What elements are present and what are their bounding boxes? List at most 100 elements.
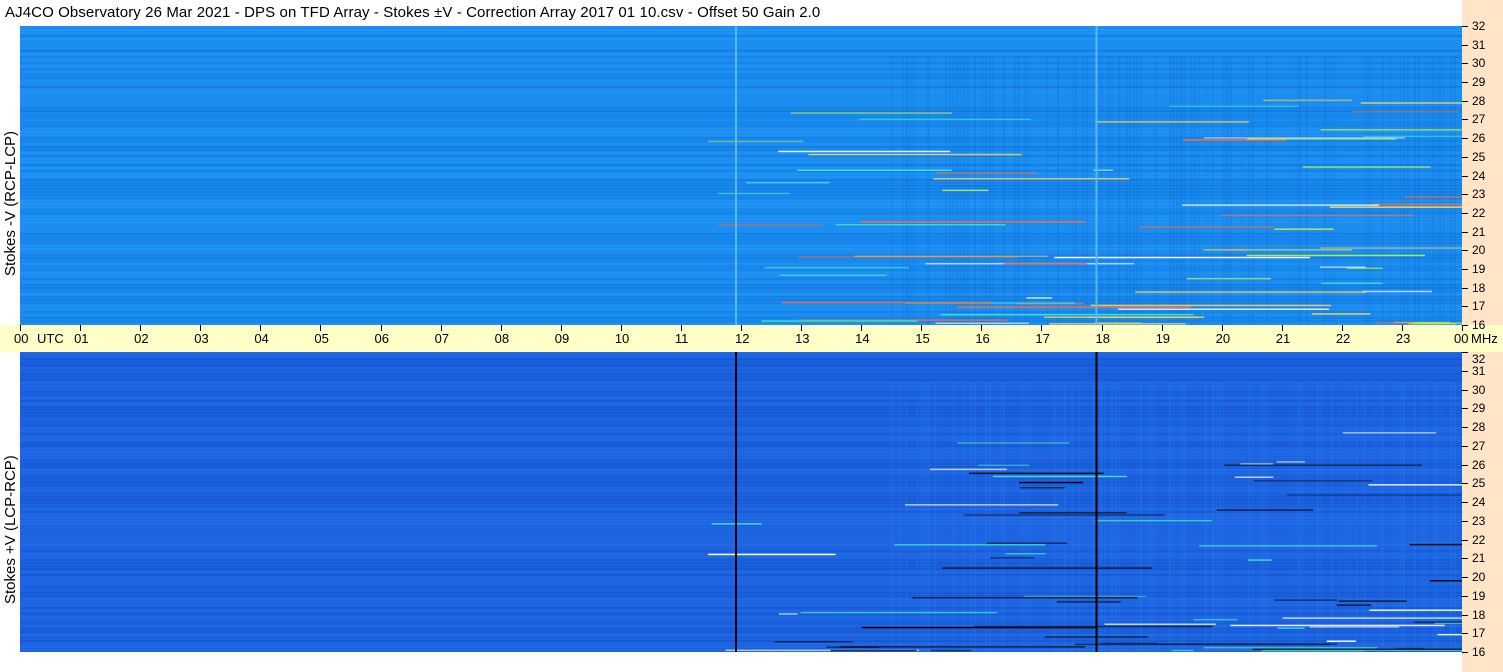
freq-tick-label: 16 (1472, 645, 1486, 659)
freq-tick-label: 22 (1472, 205, 1486, 220)
freq-tick-mark (1462, 194, 1468, 196)
freq-tick-mark (1462, 325, 1468, 326)
bottom-time-marker-1 (1095, 352, 1098, 652)
freq-tick-label: 29 (1472, 401, 1486, 416)
freq-tick-label: 17 (1472, 626, 1486, 641)
utc-tick-label: 00 (1454, 331, 1469, 346)
freq-tick-label: 17 (1472, 299, 1486, 314)
freq-tick-label: 25 (1472, 476, 1486, 491)
utc-tick-label: 04 (254, 331, 269, 346)
freq-tick-mark (1462, 26, 1468, 27)
freq-tick-label: 20 (1472, 570, 1486, 584)
freq-tick-mark (1462, 539, 1468, 541)
freq-tick-label: 20 (1472, 243, 1486, 258)
freq-tick-mark (1462, 231, 1468, 233)
utc-tick-label: 05 (314, 331, 329, 346)
freq-tick-mark (1462, 44, 1468, 46)
freq-tick-mark (1462, 577, 1468, 578)
freq-tick-label: 27 (1472, 112, 1486, 127)
freq-tick-mark (1462, 652, 1468, 653)
freq-tick-mark (1462, 483, 1468, 485)
freq-tick-mark (1462, 502, 1468, 503)
mhz-unit-label: MHz (1471, 331, 1498, 346)
utc-tick-label: 13 (795, 331, 810, 346)
top-spectrogram-svg (20, 26, 1462, 325)
freq-tick-label: 31 (1472, 363, 1486, 378)
freq-tick-label: 18 (1472, 607, 1486, 622)
utc-tick-label: 17 (1035, 331, 1050, 346)
top-ylabel: Stokes -V (RCP-LCP) (2, 130, 19, 276)
freq-tick-label: 28 (1472, 93, 1486, 108)
utc-tick-label: 03 (194, 331, 209, 346)
freq-tick-mark (1462, 100, 1468, 102)
utc-tick-label: 01 (74, 331, 89, 346)
freq-tick-label: 28 (1472, 420, 1486, 434)
freq-axis-bottom: 32 31 30 29 28 27 26 25 24 23 22 21 20 19 18 17 16 (1462, 352, 1503, 672)
top-time-marker-0 (735, 26, 737, 325)
utc-tick-label: 10 (614, 331, 630, 346)
freq-tick-mark (1462, 352, 1468, 353)
freq-tick-mark (1462, 268, 1468, 270)
utc-tick-label: 06 (374, 331, 389, 346)
freq-tick-mark (1462, 306, 1468, 308)
freq-tick-mark (1462, 445, 1468, 447)
freq-tick-mark (1462, 520, 1468, 522)
freq-tick-label: 26 (1472, 457, 1486, 472)
freq-tick-mark (1462, 156, 1468, 158)
freq-tick-label: 30 (1472, 56, 1486, 71)
freq-tick-mark (1462, 464, 1468, 466)
freq-tick-mark (1462, 250, 1468, 252)
spectrogram-bottom (20, 352, 1462, 652)
bottom-spectrogram-svg (20, 352, 1462, 652)
utc-tick-label: 18 (1095, 331, 1110, 346)
utc-tick-label: 09 (554, 331, 570, 346)
utc-axis: 00 01 02 03 04 05 06 07 08 09 10 11 12 13 14 15 16 17 18 19… (0, 325, 1503, 352)
freq-tick-mark (1462, 82, 1468, 84)
bottom-afternoon-texture (891, 382, 1456, 652)
freq-tick-label: 18 (1472, 280, 1486, 295)
freq-tick-mark (1462, 614, 1468, 616)
utc-tick-label: 19 (1155, 331, 1171, 346)
freq-axis-top: 32 31 30 29 28 27 26 25 24 23 22 21 20 19 18 17 16 (1462, 0, 1503, 331)
freq-tick-mark (1462, 119, 1468, 121)
freq-tick-label: 24 (1472, 168, 1486, 183)
bottom-time-marker-0 (735, 352, 737, 652)
utc-tick-label: 08 (494, 331, 510, 346)
freq-tick-label: 22 (1472, 532, 1486, 547)
freq-tick-mark (1462, 558, 1468, 560)
bottom-ylabel: Stokes +V (LCP-RCP) (2, 455, 19, 604)
utc-tick-label: 21 (1275, 331, 1291, 346)
utc-tick-label: 02 (134, 331, 149, 346)
freq-tick-label: 21 (1472, 551, 1486, 566)
freq-tick-label: 29 (1472, 75, 1486, 90)
utc-tick-label: 11 (674, 331, 689, 346)
utc-tick-label: 22 (1335, 331, 1351, 346)
utc-tick-label: 00 (14, 331, 29, 346)
freq-tick-mark (1462, 595, 1468, 597)
freq-tick-label: 31 (1472, 37, 1486, 52)
freq-tick-label: 32 (1472, 19, 1486, 33)
utc-tick-label: 16 (975, 331, 990, 346)
utc-unit-label: UTC (37, 331, 64, 346)
freq-tick-label: 24 (1472, 495, 1486, 509)
freq-tick-mark (1462, 370, 1468, 372)
top-background (20, 26, 1462, 325)
freq-tick-mark (1462, 212, 1468, 214)
utc-tick-label: 14 (855, 331, 870, 346)
freq-tick-mark (1462, 633, 1468, 635)
freq-tick-mark (1462, 63, 1468, 65)
freq-tick-mark (1462, 389, 1468, 391)
freq-tick-mark (1462, 138, 1468, 140)
freq-tick-label: 19 (1472, 261, 1486, 276)
freq-tick-label: 25 (1472, 149, 1486, 164)
top-time-marker-1 (1095, 26, 1098, 325)
freq-tick-mark (1462, 175, 1468, 177)
freq-tick-mark (1462, 427, 1468, 428)
freq-tick-label: 27 (1472, 438, 1486, 453)
utc-tick-label: 23 (1395, 331, 1411, 346)
freq-tick-label: 26 (1472, 131, 1486, 146)
freq-tick-mark (1462, 408, 1468, 410)
utc-tick-label: 07 (434, 331, 450, 346)
utc-tick-label: 12 (735, 331, 750, 346)
utc-tick-label: 20 (1215, 331, 1231, 346)
